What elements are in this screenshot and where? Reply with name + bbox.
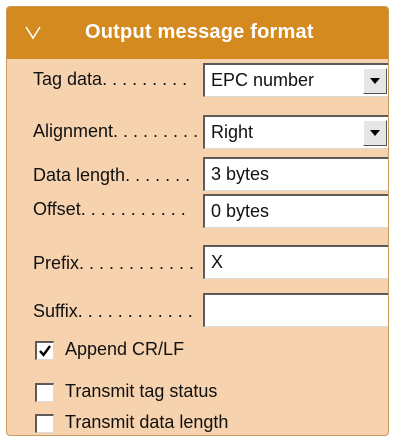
data-length-label: Data length. . . . . . .: [33, 165, 191, 185]
chevron-down-icon[interactable]: [23, 23, 43, 43]
checkmark-icon: [39, 345, 51, 357]
panel-title: Output message format: [85, 21, 314, 43]
prefix-input[interactable]: X: [203, 245, 388, 279]
prefix-label: Prefix. . . . . . . . . . . .: [33, 253, 195, 273]
suffix-label: Suffix. . . . . . . . . . . .: [33, 301, 193, 321]
panel-header[interactable]: Output message format: [7, 7, 388, 59]
output-message-format-panel: Output message format Tag data. . . . . …: [6, 6, 389, 436]
transmit-tag-status-label: Transmit tag status: [65, 381, 218, 401]
alignment-label: Alignment. . . . . . . . .: [33, 121, 199, 141]
alignment-select[interactable]: Right: [203, 115, 388, 149]
append-crlf-label: Append CR/LF: [65, 339, 185, 359]
dropdown-arrow-icon[interactable]: [363, 68, 387, 94]
transmit-tag-status-checkbox[interactable]: [35, 383, 54, 402]
offset-label: Offset. . . . . . . . . . .: [33, 199, 186, 219]
suffix-input[interactable]: [203, 293, 388, 327]
alignment-value: Right: [211, 122, 254, 142]
append-crlf-checkbox[interactable]: [35, 341, 54, 360]
dropdown-arrow-icon[interactable]: [363, 120, 387, 146]
tag-data-value: EPC number: [211, 70, 315, 90]
tag-data-label: Tag data. . . . . . . . .: [33, 69, 188, 89]
offset-input[interactable]: 0 bytes: [203, 194, 388, 228]
tag-data-select[interactable]: EPC number: [203, 63, 388, 97]
transmit-data-length-label: Transmit data length: [65, 412, 229, 432]
transmit-data-length-checkbox[interactable]: [35, 414, 54, 433]
data-length-input[interactable]: 3 bytes: [203, 157, 388, 191]
